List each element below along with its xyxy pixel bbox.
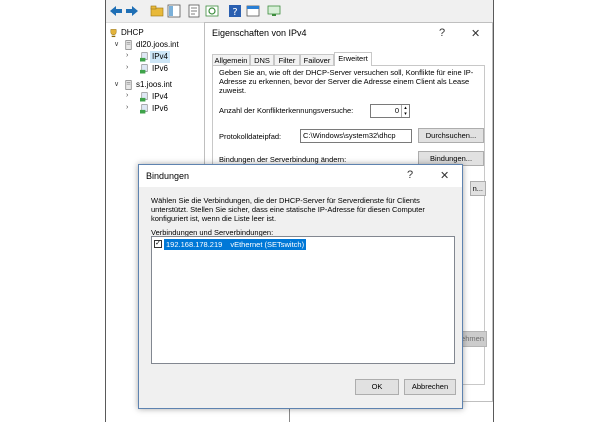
tree-label: IPv6	[152, 104, 169, 113]
conflict-stepper[interactable]: 0 ▴ ▾	[370, 104, 410, 118]
server-icon	[125, 40, 132, 50]
log-path-label: Protokolldateipfad:	[219, 132, 282, 141]
tree-label: IPv6	[152, 64, 169, 73]
chevron-down-icon[interactable]: ∨	[114, 40, 119, 48]
binding-adapter: vEthernet (SETswitch)	[230, 240, 305, 249]
ipv6-icon	[140, 104, 148, 114]
tab-failover[interactable]: Failover	[300, 54, 334, 65]
refresh-icon[interactable]	[205, 4, 219, 18]
binding-checkbox[interactable]: ✓	[154, 240, 162, 248]
dialog-title: Eigenschaften von IPv4	[212, 28, 307, 38]
spin-arrows-icon[interactable]: ▴ ▾	[401, 105, 409, 117]
bindings-description: Wählen Sie die Verbindungen, die der DHC…	[151, 196, 425, 223]
ipv4-icon	[140, 92, 148, 102]
tree-label: dl20.joos.int	[136, 40, 179, 49]
help-button[interactable]: ?	[439, 27, 445, 39]
tab-dns[interactable]: DNS	[250, 54, 274, 65]
tree-label: IPv4	[150, 51, 171, 63]
tab-allgemein[interactable]: Allgemein	[212, 54, 250, 65]
tab-filter[interactable]: Filter	[274, 54, 300, 65]
show-hide-tree-icon[interactable]	[167, 4, 181, 18]
ok-button[interactable]: OK	[355, 379, 399, 395]
chevron-right-icon[interactable]: ›	[126, 104, 128, 111]
ipv6-icon	[140, 64, 148, 74]
conflict-description: Geben Sie an, wie oft der DHCP-Server ve…	[219, 68, 474, 95]
dialog-title: Bindungen	[146, 171, 190, 181]
up-folder-icon[interactable]	[150, 4, 164, 18]
partial-button[interactable]: n...	[470, 181, 486, 196]
tab-erweitert[interactable]: Erweitert	[334, 52, 372, 66]
bindings-titlebar: Bindungen ? ✕	[139, 165, 462, 187]
chevron-down-icon[interactable]: ∨	[114, 80, 119, 88]
console-window-icon[interactable]	[246, 4, 260, 18]
tree-label: s1.joos.int	[136, 80, 173, 89]
toolbar: ?	[106, 0, 493, 23]
back-arrow-icon[interactable]	[109, 4, 123, 18]
close-button[interactable]: ✕	[471, 27, 480, 40]
properties-sheet-icon[interactable]	[187, 4, 201, 18]
browse-button[interactable]: Durchsuchen...	[418, 128, 484, 143]
binding-selection[interactable]: 192.168.178.219 vEthernet (SETswitch)	[164, 239, 307, 250]
tree-label: IPv4	[152, 92, 169, 101]
bindings-label: Bindungen der Serverbindung ändern:	[219, 155, 347, 164]
log-path-input[interactable]: C:\Windows\system32\dhcp	[300, 129, 412, 143]
chevron-right-icon[interactable]: ›	[126, 52, 128, 59]
forward-arrow-icon[interactable]	[125, 4, 139, 18]
ipv4-icon	[140, 52, 148, 62]
chevron-right-icon[interactable]: ›	[126, 92, 128, 99]
chevron-right-icon[interactable]: ›	[126, 64, 128, 71]
server-icon	[125, 80, 132, 90]
bindings-list[interactable]: ✓ 192.168.178.219 vEthernet (SETswitch)	[151, 236, 455, 364]
cancel-button[interactable]: Abbrechen	[404, 379, 456, 395]
conflict-label: Anzahl der Konflikterkennungsversuche:	[219, 106, 354, 115]
help-button[interactable]: ?	[407, 169, 413, 181]
conflict-value: 0	[394, 106, 399, 115]
binding-ip: 192.168.178.219	[166, 240, 223, 249]
monitor-icon[interactable]	[267, 4, 281, 18]
bindings-dialog: Bindungen ? ✕ Wählen Sie die Verbindunge…	[138, 164, 463, 409]
help-icon[interactable]: ?	[228, 4, 242, 18]
tree-label: DHCP	[121, 28, 144, 37]
svg-text:?: ?	[232, 7, 237, 18]
dhcp-trophy-icon	[110, 29, 117, 38]
close-button[interactable]: ✕	[440, 169, 449, 182]
